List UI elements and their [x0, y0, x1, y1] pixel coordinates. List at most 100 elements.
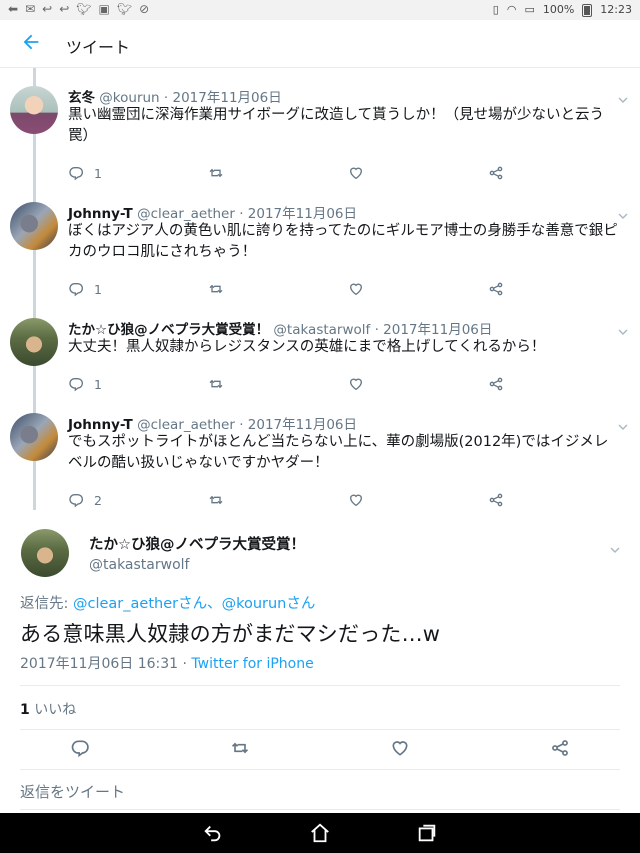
app-bar: ツイート: [0, 20, 640, 68]
retweet-button[interactable]: [208, 281, 224, 297]
back-nav-icon[interactable]: [202, 822, 224, 844]
back-arrow-icon[interactable]: [20, 31, 42, 53]
tweet-text: 黒い幽霊団に深海作業用サイボーグに改造して貰うしか！（見せ場が少ないと云う罠）: [68, 107, 605, 144]
tweet-meta: 2017年11月06日 16:31 · Twitter for iPhone: [20, 653, 314, 673]
chevron-down-icon[interactable]: [618, 322, 628, 335]
tweet-header: 玄冬 @kourun · 2017年11月06日: [68, 90, 282, 106]
avatar[interactable]: [21, 529, 69, 577]
like-stats[interactable]: 1 いいね: [20, 699, 76, 719]
divider: [20, 729, 620, 730]
reply-count: 2: [94, 492, 102, 508]
sim-icon: ▭: [524, 3, 535, 16]
handle: @clear_aether: [137, 206, 235, 222]
tweet-date: 2017年11月06日: [383, 322, 493, 338]
share-icon: [489, 493, 503, 507]
twitter-icon: 🐦︎: [116, 2, 133, 16]
reply-icon: [69, 494, 83, 508]
display-name[interactable]: たか☆ひ狼@ノベプラ大賞受賞！: [89, 533, 305, 554]
tweet-text: でもスポットライトがほとんど当たらない上に、華の劇場版(2012年)ではイジメレ…: [68, 434, 609, 471]
reply-notification-icon: ↩: [59, 2, 70, 16]
display-name[interactable]: たか☆ひ狼@ノベプラ大賞受賞！: [68, 322, 269, 338]
reply-icon: [69, 378, 83, 392]
share-icon: [489, 282, 503, 296]
heart-icon[interactable]: [390, 738, 410, 758]
handle: @clear_aether: [137, 417, 235, 433]
retweet-icon[interactable]: [230, 738, 250, 758]
tweet-date: 2017年11月06日: [247, 417, 357, 433]
tweet-header: Johnny-T @clear_aether · 2017年11月06日: [68, 206, 357, 222]
reply-button[interactable]: 1: [68, 165, 102, 181]
share-button[interactable]: [488, 492, 504, 508]
reply-icon: [69, 167, 83, 181]
tweet-header: Johnny-T @clear_aether · 2017年11月06日: [68, 417, 357, 433]
battery-icon: [582, 4, 593, 17]
retweet-icon: [209, 495, 223, 505]
image-icon: ▣: [98, 2, 110, 16]
handle: @kourun: [99, 90, 160, 106]
chevron-down-icon[interactable]: [618, 206, 628, 219]
display-name[interactable]: Johnny-T: [68, 417, 133, 433]
avatar[interactable]: [10, 202, 58, 250]
avatar[interactable]: [10, 318, 58, 366]
retweet-button[interactable]: [208, 376, 224, 392]
retweet-icon: [209, 379, 223, 389]
reply-button[interactable]: 2: [68, 492, 102, 508]
home-nav-icon[interactable]: [309, 822, 331, 844]
reply-icon[interactable]: [70, 738, 90, 758]
focused-tweet-actions: [0, 738, 640, 762]
share-button[interactable]: [488, 376, 504, 392]
handle[interactable]: @takastarwolf: [89, 557, 189, 573]
tweet-date: 2017年11月06日: [172, 90, 282, 106]
share-button[interactable]: [488, 281, 504, 297]
tweet-text: ぼくはアジア人の黄色い肌に誇りを持ってたのにギルモア博士の身勝手な善意で銀ピカの…: [68, 223, 618, 260]
divider: [20, 685, 620, 686]
source-link[interactable]: Twitter for iPhone: [191, 656, 313, 672]
share-icon[interactable]: [550, 738, 570, 758]
display-name[interactable]: Johnny-T: [68, 206, 133, 222]
reply-to: 返信先: @clear_aetherさん、@kourunさん: [20, 592, 315, 613]
reply-notification-icon: ↩: [42, 2, 53, 16]
divider: [20, 809, 620, 810]
wifi-icon: ◠: [506, 3, 517, 16]
system-nav-bar: [0, 813, 640, 853]
chevron-down-icon[interactable]: [618, 417, 628, 430]
reply-icon: [69, 283, 83, 297]
recents-nav-icon[interactable]: [416, 822, 438, 844]
reply-count: 1: [94, 376, 102, 392]
retweet-icon: [209, 284, 223, 294]
retweet-button[interactable]: [208, 492, 224, 508]
heart-icon: [349, 378, 363, 391]
like-label: いいね: [29, 702, 77, 718]
system-icons: ▯ ◠ ▭ 100% 12:23: [493, 3, 632, 17]
display-name[interactable]: 玄冬: [68, 90, 95, 106]
share-icon: [489, 166, 503, 180]
chevron-down-icon[interactable]: [618, 90, 628, 103]
retweet-button[interactable]: [208, 165, 224, 181]
reply-to-users-link[interactable]: @clear_aetherさん、@kourunさん: [73, 596, 315, 612]
reply-button[interactable]: 1: [68, 376, 102, 392]
like-button[interactable]: [348, 492, 364, 508]
like-button[interactable]: [348, 165, 364, 181]
tweet-header: たか☆ひ狼@ノベプラ大賞受賞！ @takastarwolf · 2017年11月…: [68, 322, 493, 338]
avatar[interactable]: [10, 413, 58, 461]
reply-count: 1: [94, 165, 102, 181]
reply-count: 1: [94, 281, 102, 297]
tweet-date: 2017年11月06日: [247, 206, 357, 222]
mail-icon: ✉: [25, 2, 36, 16]
like-button[interactable]: [348, 281, 364, 297]
clock: 12:23: [600, 3, 632, 16]
back-arrow-notification-icon: ⬅: [8, 2, 19, 16]
heart-icon: [349, 167, 363, 180]
battery-percent: 100%: [542, 3, 575, 16]
like-button[interactable]: [348, 376, 364, 392]
avatar[interactable]: [10, 86, 58, 134]
reply-input[interactable]: 返信をツイート: [20, 781, 125, 802]
reply-button[interactable]: 1: [68, 281, 102, 297]
reply-to-label: 返信先:: [20, 596, 73, 612]
heart-icon: [349, 283, 363, 296]
chevron-down-icon[interactable]: [610, 540, 620, 553]
share-button[interactable]: [488, 165, 504, 181]
focused-tweet-text: ある意味黒人奴隷の方がまだマシだった…w: [20, 622, 441, 646]
page-title: ツイート: [66, 38, 131, 57]
status-bar: ⬅ ✉ ↩ ↩ 🐦︎ ▣ 🐦︎ ⊘ ▯ ◠ ▭ 100% 12:23: [0, 0, 640, 20]
